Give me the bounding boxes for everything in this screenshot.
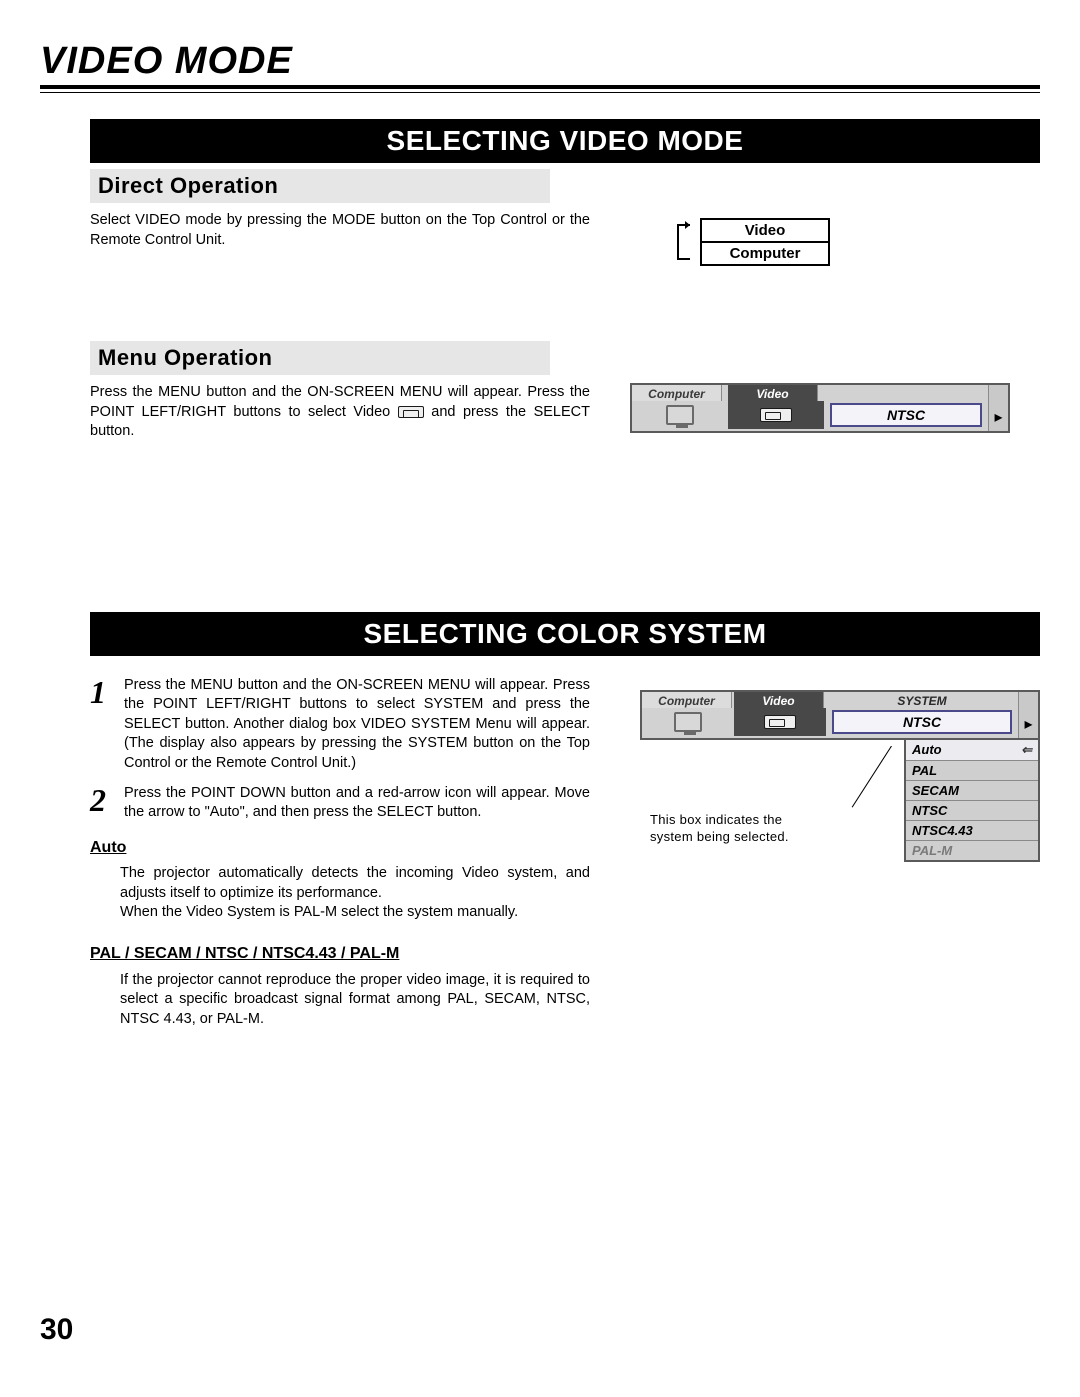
annotation-line: [844, 746, 904, 821]
subsection-direct-operation: Direct Operation: [90, 169, 550, 203]
menu-operation-text: Press the MENU button and the ON-SCREEN …: [90, 383, 590, 442]
osd2-tab-video: Video: [734, 692, 824, 708]
page-title: VIDEO MODE: [40, 40, 1040, 83]
osd2-ntsc-box: NTSC: [832, 710, 1012, 734]
step-number-1: 1: [90, 676, 124, 774]
step-2-text-b: SELECT button.: [377, 804, 482, 820]
step-number-2: 2: [90, 784, 124, 823]
system-option-ntsc443: NTSC4.43: [906, 821, 1038, 841]
section-header-color-system: SELECTING COLOR SYSTEM: [90, 612, 1040, 656]
step-2-text-a: Press the POINT DOWN button and a red-ar…: [124, 785, 590, 821]
vcr-inline-icon: [398, 406, 424, 418]
system-option-palm: PAL-M: [906, 841, 1038, 860]
osd-ntsc-box: NTSC: [830, 403, 982, 427]
system-option-secam: SECAM: [906, 781, 1038, 801]
system-option-auto: Auto⇐: [906, 740, 1038, 761]
osd-tab-video: Video: [728, 385, 818, 401]
title-rule: [40, 85, 1040, 93]
page-number: 30: [40, 1313, 73, 1347]
osd-menu-1: Computer Video NTSC ▸: [630, 383, 1010, 433]
osd2-system-label: SYSTEM: [826, 692, 1018, 708]
mode-box-computer: Computer: [700, 243, 830, 266]
pal-text: If the projector cannot reproduce the pr…: [120, 971, 590, 1030]
vcr-icon: [734, 708, 826, 736]
step-1-text: Press the MENU button and the ON-SCREEN …: [124, 676, 590, 774]
osd-menu-2: Computer Video SYSTEM NTSC ▸: [640, 690, 1040, 740]
auto-text-2: When the Video System is PAL-M select th…: [120, 903, 590, 923]
cycle-arrow-icon: [670, 213, 694, 271]
video-system-list: Auto⇐PALSECAMNTSCNTSC4.43PAL-M: [904, 738, 1040, 862]
left-arrow-icon: ⇐: [1021, 742, 1032, 758]
computer-icon: [632, 401, 728, 429]
system-option-ntsc: NTSC: [906, 801, 1038, 821]
annotation-text: This box indicates the system being sele…: [650, 812, 790, 846]
step-2-text: Press the POINT DOWN button and a red-ar…: [124, 784, 590, 823]
pal-heading: PAL / SECAM / NTSC / NTSC4.43 / PAL-M: [90, 943, 590, 965]
osd-tab-computer: Computer: [632, 385, 722, 401]
osd-right-arrow-icon: ▸: [988, 385, 1008, 431]
auto-text-1: The projector automatically detects the …: [120, 864, 590, 903]
osd2-tab-computer: Computer: [642, 692, 732, 708]
computer-icon: [642, 708, 734, 736]
direct-operation-text: Select VIDEO mode by pressing the MODE b…: [90, 211, 590, 271]
section-header-video-mode: SELECTING VIDEO MODE: [90, 119, 1040, 163]
mode-cycle-diagram: Video Computer: [670, 213, 1040, 271]
mode-box-video: Video: [700, 218, 830, 243]
system-option-pal: PAL: [906, 761, 1038, 781]
osd-right-arrow-icon: ▸: [1018, 692, 1038, 738]
vcr-icon: [728, 401, 824, 429]
subsection-menu-operation: Menu Operation: [90, 341, 550, 375]
auto-heading: Auto: [90, 837, 590, 859]
